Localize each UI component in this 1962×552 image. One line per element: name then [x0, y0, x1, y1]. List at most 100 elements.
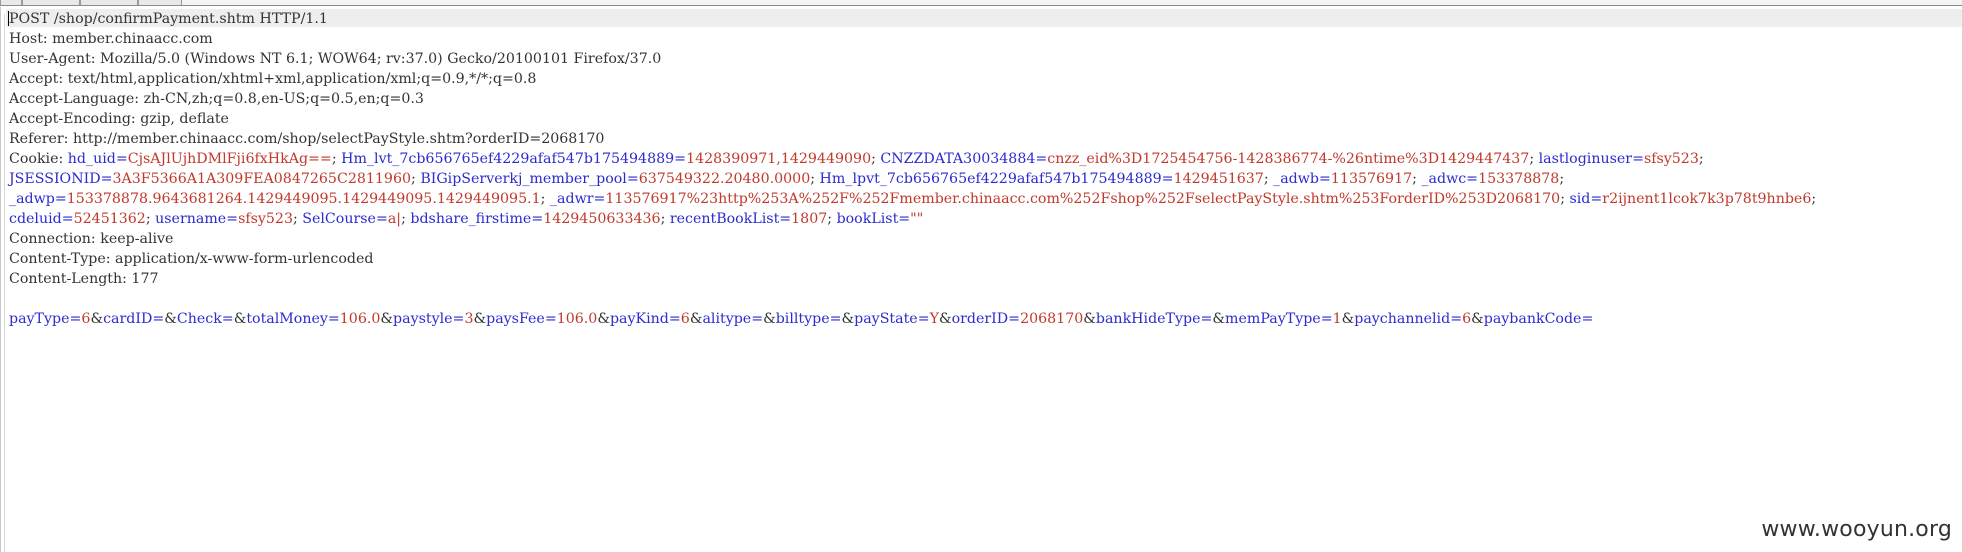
raw-request-viewer: POST /shop/confirmPayment.shtm HTTP/1.1 … — [0, 0, 1962, 552]
cookie-equals: = — [1466, 171, 1479, 187]
cookie-name: bdshare_firstime — [410, 211, 532, 227]
cookie-separator: ; — [1263, 171, 1274, 187]
param-value: Y — [929, 311, 939, 327]
cookie-line: cdeluid=52451362; username=sfsy523; SelC… — [9, 209, 1952, 229]
param-equals: = — [69, 311, 82, 327]
param-equals: = — [1450, 311, 1463, 327]
param-ampersand: & — [473, 311, 487, 327]
param-ampersand: & — [1471, 311, 1484, 327]
cookie-equals: = — [674, 151, 687, 167]
tab-hex[interactable] — [138, 0, 182, 5]
request-text[interactable]: POST /shop/confirmPayment.shtm HTTP/1.1 … — [9, 9, 1952, 329]
param-name: paybankCode — [1483, 311, 1582, 327]
param-value: 1 — [1332, 311, 1342, 327]
cookie-value: cnzz_eid%3D1725454756-1428386774-%26ntim… — [1047, 151, 1530, 167]
cookie-equals: = — [1035, 151, 1048, 167]
cookie-equals: = — [115, 151, 128, 167]
cookie-separator: ; — [331, 151, 342, 167]
param-ampersand: & — [938, 311, 952, 327]
param-ampersand: & — [90, 311, 104, 327]
param-name: cardID — [103, 311, 153, 327]
param-equals: = — [917, 311, 930, 327]
cookie-separator: ; — [401, 211, 411, 227]
param-equals: = — [452, 311, 465, 327]
param-value: 6 — [1462, 311, 1472, 327]
tab-params[interactable] — [22, 0, 80, 5]
param-equals: = — [221, 311, 234, 327]
cookie-separator: ; — [660, 211, 670, 227]
cookie-equals: = — [1590, 191, 1603, 207]
param-equals: = — [751, 311, 764, 327]
request-editor[interactable]: POST /shop/confirmPayment.shtm HTTP/1.1 … — [0, 7, 1962, 552]
header-line: Accept-Language: zh-CN,zh;q=0.8,en-US;q=… — [9, 91, 424, 107]
cookie-value: 1807 — [791, 211, 828, 227]
request-line: POST /shop/confirmPayment.shtm HTTP/1.1 — [9, 11, 328, 27]
header-line: Host: member.chinaacc.com — [9, 31, 213, 47]
cookie-line: Cookie: hd_uid=CjsAJlUjhDMlFji6fxHkAg==;… — [9, 149, 1952, 169]
param-value: 6 — [680, 311, 690, 327]
header-line: Content-Length: 177 — [9, 271, 159, 287]
param-value: 106.0 — [556, 311, 598, 327]
cookie-name: JSESSIONID — [9, 171, 101, 187]
param-name: payKind — [609, 311, 669, 327]
header-line: Content-Type: application/x-www-form-url… — [9, 251, 374, 267]
param-name: Check — [176, 311, 222, 327]
param-ampersand: & — [380, 311, 394, 327]
tab-headers[interactable] — [80, 0, 138, 5]
param-name: memPayType — [1225, 311, 1321, 327]
cookie-value: a| — [387, 211, 402, 227]
cookie-value: "" — [910, 211, 924, 227]
header-line: Accept: text/html,application/xhtml+xml,… — [9, 71, 537, 87]
cookie-separator: ; — [540, 191, 550, 207]
param-equals: = — [1581, 311, 1594, 327]
param-value: 106.0 — [339, 311, 381, 327]
cookie-separator: ; — [1559, 171, 1565, 187]
cookie-name: _adwb — [1273, 171, 1319, 187]
cookie-value: sfsy523 — [1643, 151, 1699, 167]
cookie-separator: ; — [1529, 151, 1539, 167]
cookie-label: Cookie: — [9, 151, 68, 167]
param-name: bankHideType — [1095, 311, 1201, 327]
cookie-name: BIGipServerkj_member_pool — [420, 171, 627, 187]
cookie-separator: ; — [292, 211, 303, 227]
cookie-name: Hm_lpvt_7cb656765ef4229afaf547b175494889 — [819, 171, 1162, 187]
cookie-equals: = — [1161, 171, 1174, 187]
cookie-line: _adwp = 153378878.9643681264.1429449095.14… — [9, 189, 1952, 209]
cookie-value: 113576917 — [1330, 171, 1413, 187]
param-name: paysFee — [486, 311, 545, 327]
cookie-equals: = — [898, 211, 911, 227]
param-equals: = — [668, 311, 681, 327]
cookie-name: _adwp — [9, 191, 55, 207]
tab-raw[interactable] — [0, 0, 22, 5]
cookie-value: 153378878.9643681264.1429449095.14294490… — [66, 191, 541, 207]
cookie-separator: ; — [810, 171, 820, 187]
cookie-value: 1429450633436 — [543, 211, 661, 227]
cookie-name: recentBookList — [669, 211, 780, 227]
param-ampersand: & — [763, 311, 776, 327]
request-body: payType=6&cardID=&Check=&totalMoney=106.… — [9, 309, 1952, 329]
param-name: payState — [854, 311, 918, 327]
cookie-name: CNZZDATA30034884 — [880, 151, 1036, 167]
param-equals: = — [1200, 311, 1213, 327]
cookie-name: bookList — [836, 211, 899, 227]
cookie-name: _adwr — [549, 191, 594, 207]
cookie-value: r2ijnent1lcok7k3p78t9hnbe6 — [1602, 191, 1812, 207]
cookie-name: SelCourse — [302, 211, 376, 227]
param-equals: = — [152, 311, 165, 327]
param-name: paychannelid — [1354, 311, 1451, 327]
cookie-equals: = — [593, 191, 606, 207]
param-equals: = — [544, 311, 557, 327]
cookie-equals: = — [1632, 151, 1644, 167]
param-name: billtype — [775, 311, 830, 327]
tab-strip — [0, 0, 1962, 6]
cookie-separator: ; — [1811, 191, 1817, 207]
param-equals: = — [327, 311, 340, 327]
cookie-value: 1429451637 — [1173, 171, 1264, 187]
param-ampersand: & — [233, 311, 247, 327]
cookie-equals: = — [1319, 171, 1331, 187]
param-equals: = — [1008, 311, 1021, 327]
cookie-value: 153378878 — [1478, 171, 1560, 187]
editor-margin — [4, 14, 5, 552]
cookie-value: 3A3F5366A1A309FEA0847265C2811960 — [112, 171, 412, 187]
cookie-separator: ; — [827, 211, 837, 227]
